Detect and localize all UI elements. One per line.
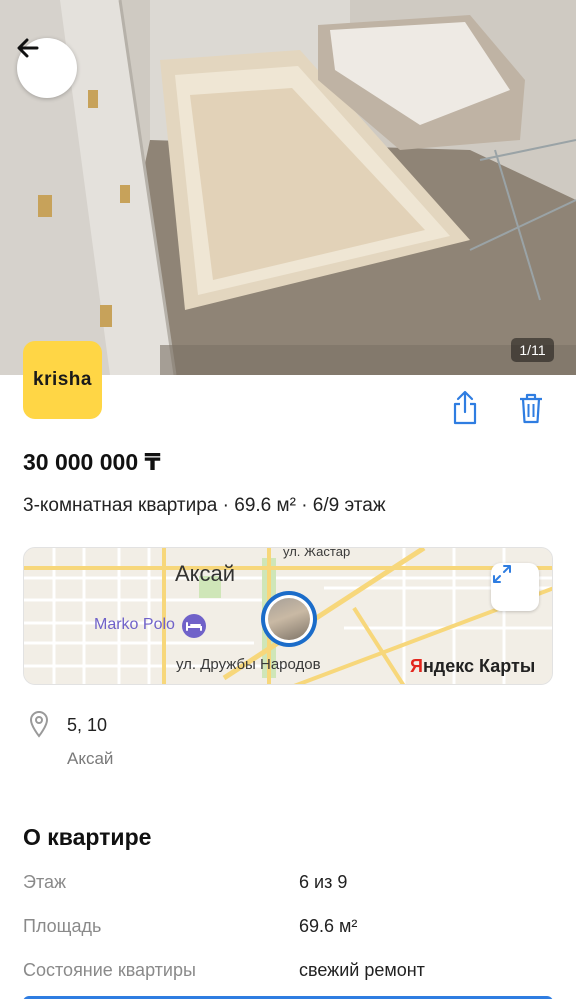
map-street-bottom: ул. Дружбы Народов [176,656,321,673]
expand-icon [493,565,511,583]
share-icon [453,390,477,425]
map-poi-label: Marko Polo [94,616,175,633]
map-preview[interactable]: ул. Жастар Аксай Marko Polo ул. Дружбы Н… [23,547,553,685]
detail-value: свежий ремонт [299,960,425,980]
room-photo-illustration [0,0,576,375]
trash-icon [520,393,542,424]
share-button[interactable] [451,390,479,426]
detail-row-area: Площадь 69.6 м² [23,916,553,942]
listing-subtitle: 3-комнатная квартира · 69.6 м² · 6/9 эта… [23,495,386,516]
section-title-apartment: О квартире [23,824,152,850]
detail-label: Этаж [23,872,67,892]
map-location-marker[interactable] [261,591,317,647]
detail-row-floor: Этаж 6 из 9 [23,872,553,898]
detail-value: 6 из 9 [299,872,348,892]
hotel-icon [182,614,206,638]
detail-label: Состояние квартиры [23,960,196,980]
detail-label: Площадь [23,916,102,936]
map-street-top: ул. Жастар [283,547,351,559]
marker-photo-thumbnail [268,598,310,640]
address-line: 5, 10 [67,715,108,735]
location-pin-icon [29,711,49,738]
map-city-label: Аксай [175,561,236,586]
photo-counter: 1/11 [511,338,554,362]
delete-button[interactable] [517,392,545,424]
map-expand-button[interactable] [491,563,539,611]
krisha-logo: krisha [23,341,102,419]
listing-price: 30 000 000 ₸ [23,449,161,475]
arrow-left-icon [17,38,39,58]
address-city: Аксай [67,749,114,768]
back-button[interactable] [17,38,77,98]
detail-value: 69.6 м² [299,916,358,936]
detail-row-condition: Состояние квартиры свежий ремонт [23,960,553,986]
map-provider-logo: Яндекс Карты [410,656,536,676]
listing-photo[interactable]: 1/11 [0,0,576,375]
